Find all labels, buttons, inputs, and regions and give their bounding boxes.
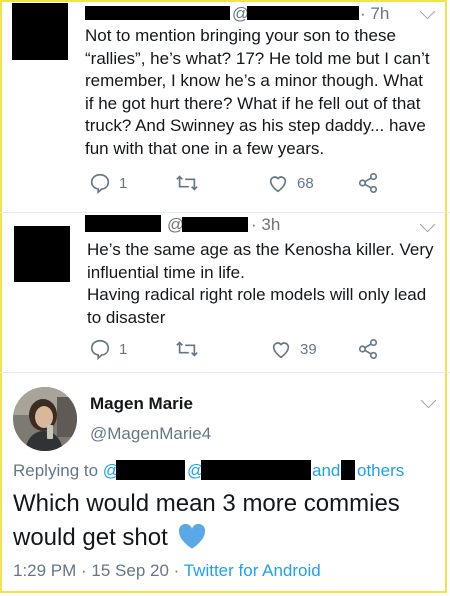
timestamp: 1:29 PM · 15 Sep 20 ·	[13, 561, 184, 580]
retweet-button[interactable]	[175, 338, 199, 360]
tweet-actions: 1 39	[85, 338, 385, 362]
name-redacted	[85, 215, 161, 232]
and-link[interactable]: and	[312, 461, 340, 481]
mention-redacted-1	[116, 460, 185, 480]
share-icon	[358, 339, 378, 359]
tweet-time: · 3h	[251, 215, 281, 234]
source-link[interactable]: Twitter for Android	[184, 561, 321, 580]
display-name[interactable]: Magen Marie	[90, 394, 193, 414]
like-button[interactable]: 39	[270, 338, 317, 360]
like-icon	[269, 176, 287, 193]
tweet-time: · 7h	[360, 4, 390, 23]
reply-count: 1	[119, 340, 128, 358]
others-link[interactable]: others	[357, 461, 404, 481]
reply-icon	[90, 173, 110, 194]
avatar-redacted	[12, 3, 68, 60]
tweet-reply-2[interactable]: @ · 3h He’s the same age as the Kenosha …	[0, 212, 450, 370]
retweet-icon	[176, 341, 198, 357]
mention-redacted-3	[341, 460, 355, 480]
chevron-down-icon[interactable]	[419, 216, 436, 233]
reply-icon	[90, 339, 110, 360]
tweet-text: Not to mention bringing your son to thes…	[85, 26, 430, 158]
mention-redacted-2	[201, 460, 311, 480]
like-icon	[272, 342, 290, 359]
avatar[interactable]	[13, 387, 77, 451]
tweet-actions: 1 68	[85, 172, 385, 196]
share-button[interactable]	[357, 172, 379, 194]
like-button[interactable]: 68	[267, 172, 314, 194]
main-tweet: Magen Marie @MagenMarie4 Replying to @ @…	[0, 372, 450, 592]
share-icon	[358, 173, 378, 193]
chevron-down-icon[interactable]	[420, 392, 437, 409]
reply-count: 1	[119, 174, 128, 192]
tweet-reply-1[interactable]: @ · 7h Not to mention bringing your son …	[0, 0, 450, 210]
replying-to-line: Replying to @	[13, 461, 120, 481]
retweet-icon	[176, 175, 198, 191]
name-redacted	[85, 6, 230, 20]
tweet-meta: 1:29 PM · 15 Sep 20 · Twitter for Androi…	[13, 561, 321, 581]
username[interactable]: @MagenMarie4	[90, 424, 211, 444]
replying-to-label: Replying to	[13, 461, 103, 480]
tweet-text: He’s the same age as the Kenosha killer.…	[87, 240, 434, 327]
handle-redacted	[247, 6, 359, 20]
share-button[interactable]	[357, 338, 379, 360]
retweet-button[interactable]	[175, 172, 199, 194]
main-tweet-text: Which would mean 3 more commies would ge…	[13, 490, 400, 551]
like-count: 39	[300, 340, 317, 358]
reply-button[interactable]: 1	[89, 338, 127, 360]
handle-redacted	[182, 217, 248, 232]
reply-button[interactable]: 1	[89, 172, 127, 194]
like-count: 68	[297, 174, 314, 192]
blue-heart-icon	[179, 523, 206, 549]
avatar-redacted	[14, 226, 70, 282]
chevron-down-icon[interactable]	[419, 3, 436, 20]
